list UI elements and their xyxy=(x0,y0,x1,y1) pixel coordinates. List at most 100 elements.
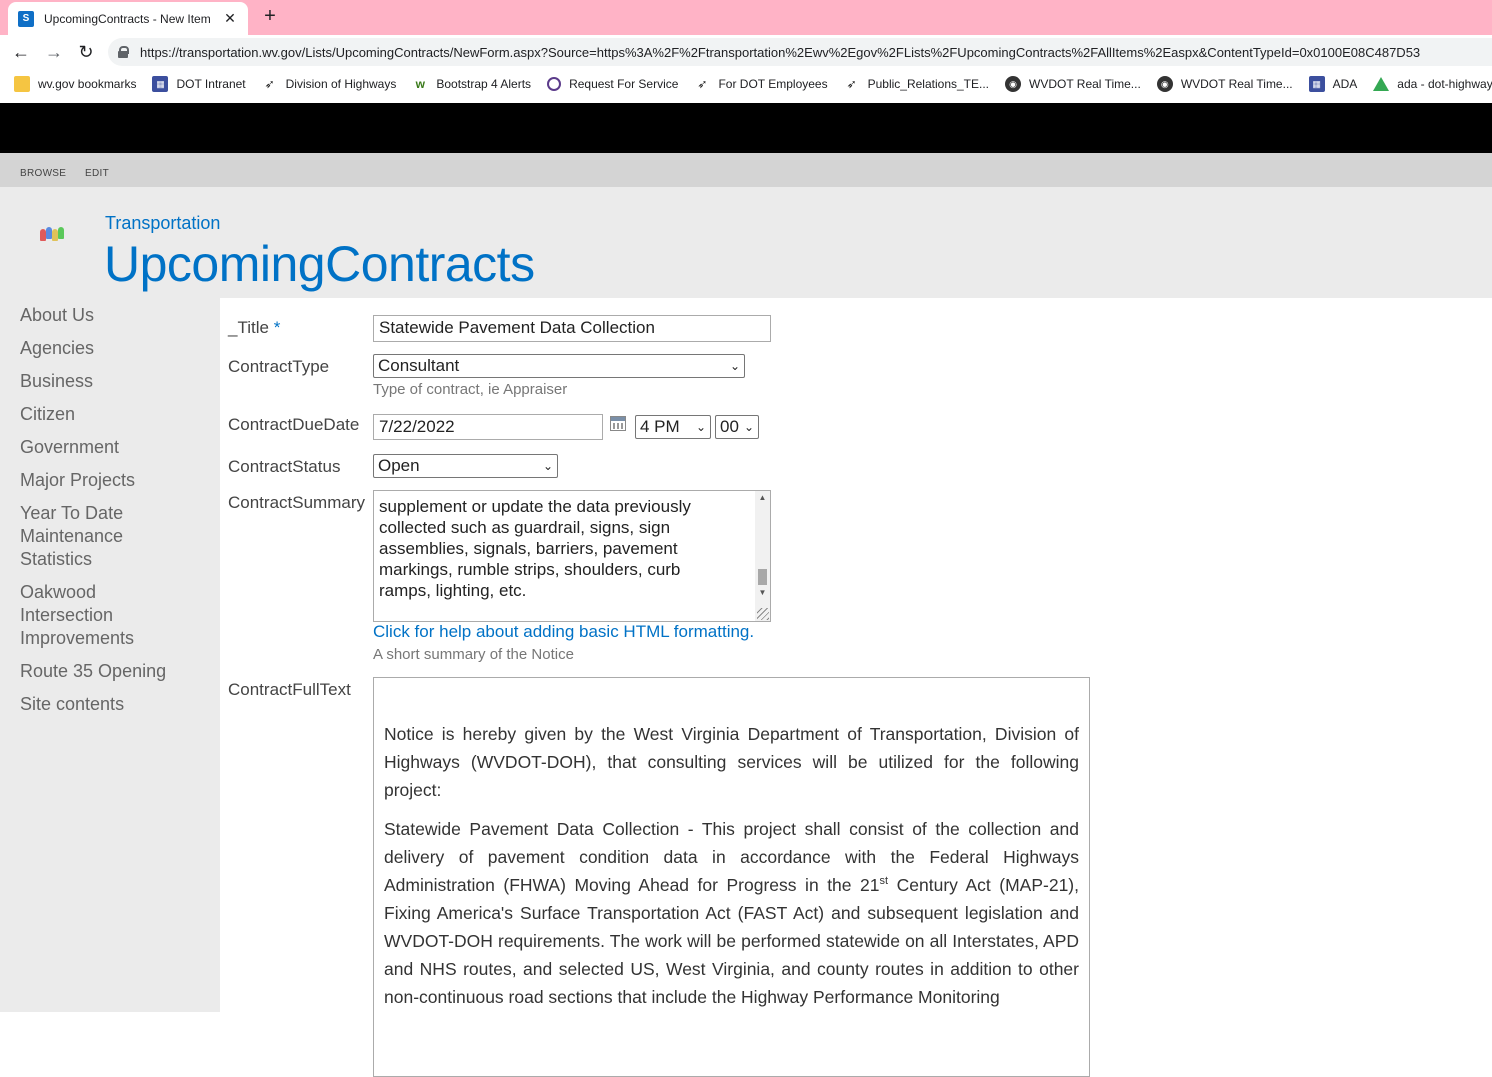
scroll-thumb[interactable] xyxy=(758,569,767,585)
summary-scrollbar[interactable]: ▲ ▼ xyxy=(755,491,770,621)
bookmark-public-relations[interactable]: ➶ Public_Relations_TE... xyxy=(844,76,989,92)
chevron-down-icon: ⌄ xyxy=(542,459,553,473)
bookmark-label: WVDOT Real Time... xyxy=(1180,77,1293,91)
bird-icon: ➶ xyxy=(846,77,857,91)
status-select[interactable]: Open ⌄ xyxy=(373,454,558,478)
bookmark-label: Division of Highways xyxy=(285,77,397,91)
fulltext-paragraph-1: Notice is hereby given by the West Virgi… xyxy=(384,724,1079,800)
chevron-down-icon: ⌄ xyxy=(729,359,740,373)
summary-textarea[interactable]: supplement or update the data previously… xyxy=(373,490,771,622)
chat-icon xyxy=(547,77,562,91)
contract-type-hint: Type of contract, ie Appraiser xyxy=(373,381,568,398)
tab-close-icon[interactable]: ✕ xyxy=(222,10,238,27)
bookmark-wvdot-real-time-2[interactable]: ◉ WVDOT Real Time... xyxy=(1156,76,1293,92)
browser-tab-bar: S UpcomingContracts - New Item ✕ + xyxy=(0,0,1492,35)
new-tab-icon[interactable]: + xyxy=(258,4,282,28)
status-value: Open xyxy=(378,456,420,475)
w-icon: w xyxy=(415,77,426,91)
chevron-down-icon: ⌄ xyxy=(695,420,706,434)
browser-tab[interactable]: S UpcomingContracts - New Item ✕ xyxy=(8,2,248,35)
status-label: ContractStatus xyxy=(228,457,341,476)
bookmark-request-for-service[interactable]: Request For Service xyxy=(547,77,678,91)
required-mark: * xyxy=(273,318,281,337)
site-header: Transportation UpcomingContracts xyxy=(0,187,1492,298)
scroll-up-icon[interactable]: ▲ xyxy=(755,491,770,505)
due-minute-select[interactable]: 00 ⌄ xyxy=(715,415,759,439)
title-label: _Title * xyxy=(228,318,280,338)
back-icon[interactable]: ← xyxy=(10,41,32,63)
bookmark-division-of-highways[interactable]: ➶ Division of Highways xyxy=(262,76,397,92)
forward-icon[interactable]: → xyxy=(43,41,65,63)
page-icon: ▦ xyxy=(152,76,169,92)
tab-edit[interactable]: EDIT xyxy=(85,168,109,179)
bookmark-wv-gov[interactable]: wv.gov bookmarks xyxy=(14,76,136,92)
nav-government[interactable]: Government xyxy=(20,436,210,459)
nav-ytd-stats[interactable]: Year To Date Maintenance Statistics xyxy=(20,502,210,571)
fulltext-paragraph-2: Statewide Pavement Data Collection - Thi… xyxy=(384,815,1079,1011)
bookmark-label: For DOT Employees xyxy=(718,77,828,91)
nav-oakwood[interactable]: Oakwood Intersection Improvements xyxy=(20,581,210,650)
reload-icon[interactable]: ↻ xyxy=(75,41,97,63)
site-name-link[interactable]: Transportation xyxy=(105,213,220,234)
bookmark-wvdot-real-time-1[interactable]: ◉ WVDOT Real Time... xyxy=(1005,76,1141,92)
quick-launch: About Us Agencies Business Citizen Gover… xyxy=(0,298,220,1012)
url-text: https://transportation.wv.gov/Lists/Upco… xyxy=(140,44,1421,60)
nav-site-contents[interactable]: Site contents xyxy=(20,693,210,716)
globe-icon: ◉ xyxy=(1156,76,1173,92)
contract-type-value: Consultant xyxy=(378,356,460,375)
nav-label-line: Improvements xyxy=(20,628,135,648)
nav-about-us[interactable]: About Us xyxy=(20,304,210,327)
nav-major-projects[interactable]: Major Projects xyxy=(20,469,210,492)
tab-browse[interactable]: BROWSE xyxy=(20,168,66,179)
title-input[interactable]: Statewide Pavement Data Collection xyxy=(373,315,771,342)
bookmark-dot-intranet[interactable]: ▦ DOT Intranet xyxy=(152,76,246,92)
address-bar[interactable]: https://transportation.wv.gov/Lists/Upco… xyxy=(108,38,1492,66)
title-label-text: _Title xyxy=(228,318,269,337)
sharepoint-favicon-icon: S xyxy=(18,10,34,27)
nav-agencies[interactable]: Agencies xyxy=(20,337,210,360)
html-help-link[interactable]: Click for help about adding basic HTML f… xyxy=(373,622,754,642)
drive-icon xyxy=(1373,77,1390,91)
contract-type-select[interactable]: Consultant ⌄ xyxy=(373,354,745,378)
due-date-label: ContractDueDate xyxy=(228,415,360,434)
nav-label-line: Intersection xyxy=(20,605,114,625)
bookmark-label: ADA xyxy=(1332,77,1358,91)
summary-label: ContractSummary xyxy=(228,493,365,512)
lock-icon xyxy=(118,46,129,58)
bookmark-label: Request For Service xyxy=(569,77,679,91)
summary-line: markings, rumble strips, shoulders, curb xyxy=(379,560,681,579)
page-icon: ▦ xyxy=(1308,76,1325,92)
tab-title: UpcomingContracts - New Item xyxy=(44,11,211,26)
scroll-down-icon[interactable]: ▼ xyxy=(755,586,770,600)
bookmarks-bar: wv.gov bookmarks ▦ DOT Intranet ➶ Division… xyxy=(0,69,1492,99)
nav-label-line: Oakwood xyxy=(20,582,97,602)
bookmark-dot-employees[interactable]: ➶ For DOT Employees xyxy=(694,76,827,92)
calendar-icon[interactable] xyxy=(610,416,626,431)
bookmark-label: WVDOT Real Time... xyxy=(1029,77,1141,91)
bookmark-label: DOT Intranet xyxy=(176,77,246,91)
fulltext-superscript: st xyxy=(879,875,889,888)
chevron-down-icon: ⌄ xyxy=(743,420,754,434)
page-title[interactable]: UpcomingContracts xyxy=(104,235,535,293)
nav-label-line: Statistics xyxy=(20,549,93,569)
bookmark-label: Bootstrap 4 Alerts xyxy=(436,77,532,91)
site-logo-icon[interactable] xyxy=(40,225,64,245)
nav-business[interactable]: Business xyxy=(20,370,210,393)
summary-line: supplement or update the data previously xyxy=(379,497,691,516)
bookmark-bootstrap-alerts[interactable]: w Bootstrap 4 Alerts xyxy=(412,76,531,92)
due-date-input[interactable]: 7/22/2022 xyxy=(373,414,603,440)
bookmark-ada-drive[interactable]: ada - dot-highways... xyxy=(1373,77,1492,91)
bookmark-label: wv.gov bookmarks xyxy=(38,77,137,91)
fulltext-editor[interactable]: Notice is hereby given by the West Virgi… xyxy=(373,677,1090,1077)
due-hour-select[interactable]: 4 PM ⌄ xyxy=(635,415,711,439)
summary-text: supplement or update the data previously… xyxy=(379,496,749,601)
nav-route-35[interactable]: Route 35 Opening xyxy=(20,660,210,683)
bookmark-ada[interactable]: ▦ ADA xyxy=(1308,76,1358,92)
bird-icon: ➶ xyxy=(697,77,708,91)
resize-grip-icon[interactable] xyxy=(757,608,769,620)
ribbon: BROWSE EDIT xyxy=(0,153,1492,187)
nav-citizen[interactable]: Citizen xyxy=(20,403,210,426)
nav-label-line: Year To Date xyxy=(20,503,124,523)
summary-line: collected such as guardrail, signs, sign xyxy=(379,518,671,537)
contract-type-label: ContractType xyxy=(228,357,330,376)
